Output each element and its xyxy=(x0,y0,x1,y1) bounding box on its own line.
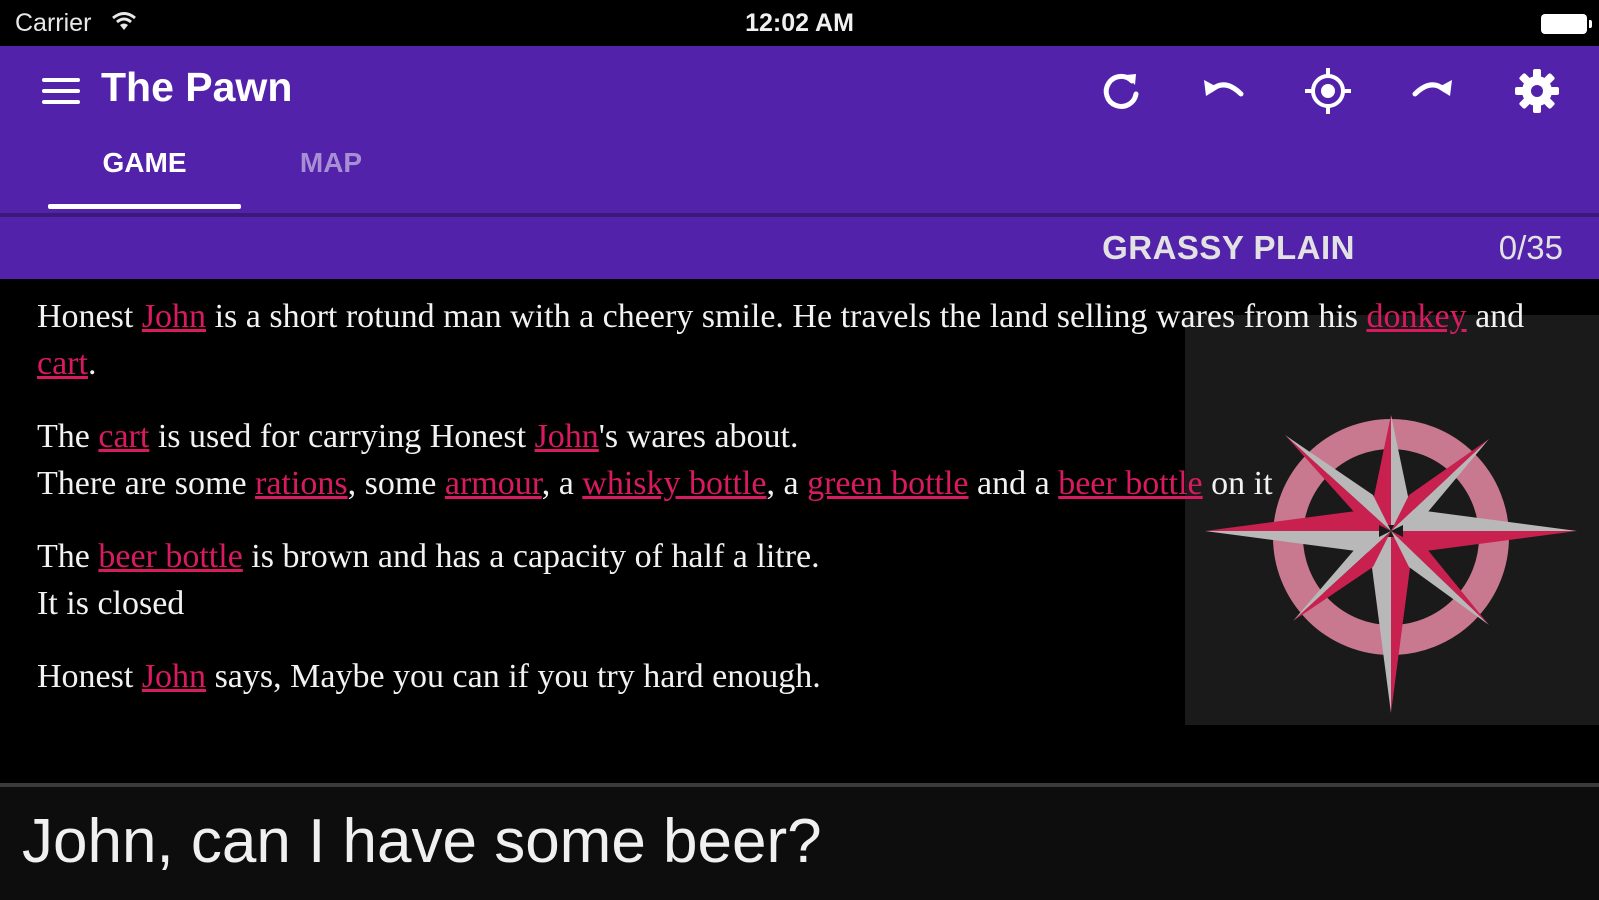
object-link[interactable]: beer bottle xyxy=(1058,465,1202,502)
object-link[interactable]: donkey xyxy=(1367,298,1467,335)
battery-icon xyxy=(1541,14,1592,34)
tab-map[interactable]: MAP xyxy=(241,132,421,210)
story-text-run: Honest xyxy=(37,298,142,335)
tab-game[interactable]: GAME xyxy=(48,132,241,210)
active-tab-indicator xyxy=(48,204,241,209)
story-text-run: The xyxy=(37,418,99,455)
story-text-run: is a short rotund man with a cheery smil… xyxy=(206,298,1367,335)
object-link[interactable]: John xyxy=(535,418,599,455)
story-paragraph: The beer bottle is brown and has a capac… xyxy=(37,533,1577,627)
object-link[interactable]: rations xyxy=(255,465,348,502)
object-link[interactable]: green bottle xyxy=(807,465,968,502)
object-link[interactable]: armour xyxy=(445,465,542,502)
story-text-run: . xyxy=(87,345,97,382)
story-paragraph: Honest John says, Maybe you can if you t… xyxy=(37,653,1577,700)
story-paragraph: The cart is used for carrying Honest Joh… xyxy=(37,413,1577,507)
game-output: Honest John is a short rotund man with a… xyxy=(0,279,1599,783)
story-text-run: is brown and has a capacity of half a li… xyxy=(242,538,820,575)
crosshair-icon[interactable] xyxy=(1303,66,1353,116)
location-bar: GRASSY PLAIN 0/35 xyxy=(0,217,1599,279)
object-link[interactable]: whisky bottle xyxy=(582,465,766,502)
hamburger-menu-icon[interactable] xyxy=(40,74,84,108)
object-link[interactable]: cart xyxy=(98,418,149,455)
story-text-run: There are some xyxy=(37,465,256,502)
story-text-run: The xyxy=(37,538,99,575)
status-bar: Carrier 12:02 AM xyxy=(0,0,1599,46)
story-text-run: on it xyxy=(1202,465,1273,502)
gear-icon[interactable] xyxy=(1512,66,1562,116)
story-text-run: It is closed xyxy=(37,585,185,622)
story-text-run: says, Maybe you can if you try hard enou… xyxy=(206,658,821,695)
story-text-run: is used for carrying Honest xyxy=(149,418,535,455)
story-text-run: and a xyxy=(968,465,1059,502)
story-paragraph: Honest John is a short rotund man with a… xyxy=(37,293,1577,387)
story-text-run: , a xyxy=(766,465,808,502)
object-link[interactable]: cart xyxy=(37,345,88,382)
app-bar: The Pawn GAME MAP xyxy=(0,46,1599,213)
story-text-run: 's wares about. xyxy=(598,418,799,455)
story-text-run: , some xyxy=(347,465,445,502)
undo-icon[interactable] xyxy=(1199,66,1249,116)
app-title: The Pawn xyxy=(101,64,293,110)
object-link[interactable]: beer bottle xyxy=(98,538,242,575)
status-time: 12:02 AM xyxy=(745,9,854,37)
redo-icon[interactable] xyxy=(1407,66,1457,116)
object-link[interactable]: John xyxy=(142,298,206,335)
command-input-area xyxy=(0,787,1599,900)
story-text-run: , a xyxy=(541,465,583,502)
score-counter: 0/35 xyxy=(1498,229,1563,266)
command-input[interactable] xyxy=(20,795,1584,887)
story-text-run: and xyxy=(1466,298,1525,335)
refresh-icon[interactable] xyxy=(1096,66,1146,116)
object-link[interactable]: John xyxy=(142,658,206,695)
story-text: Honest John is a short rotund man with a… xyxy=(37,293,1577,726)
location-name: GRASSY PLAIN xyxy=(1102,229,1355,266)
story-text-run: Honest xyxy=(37,658,142,695)
